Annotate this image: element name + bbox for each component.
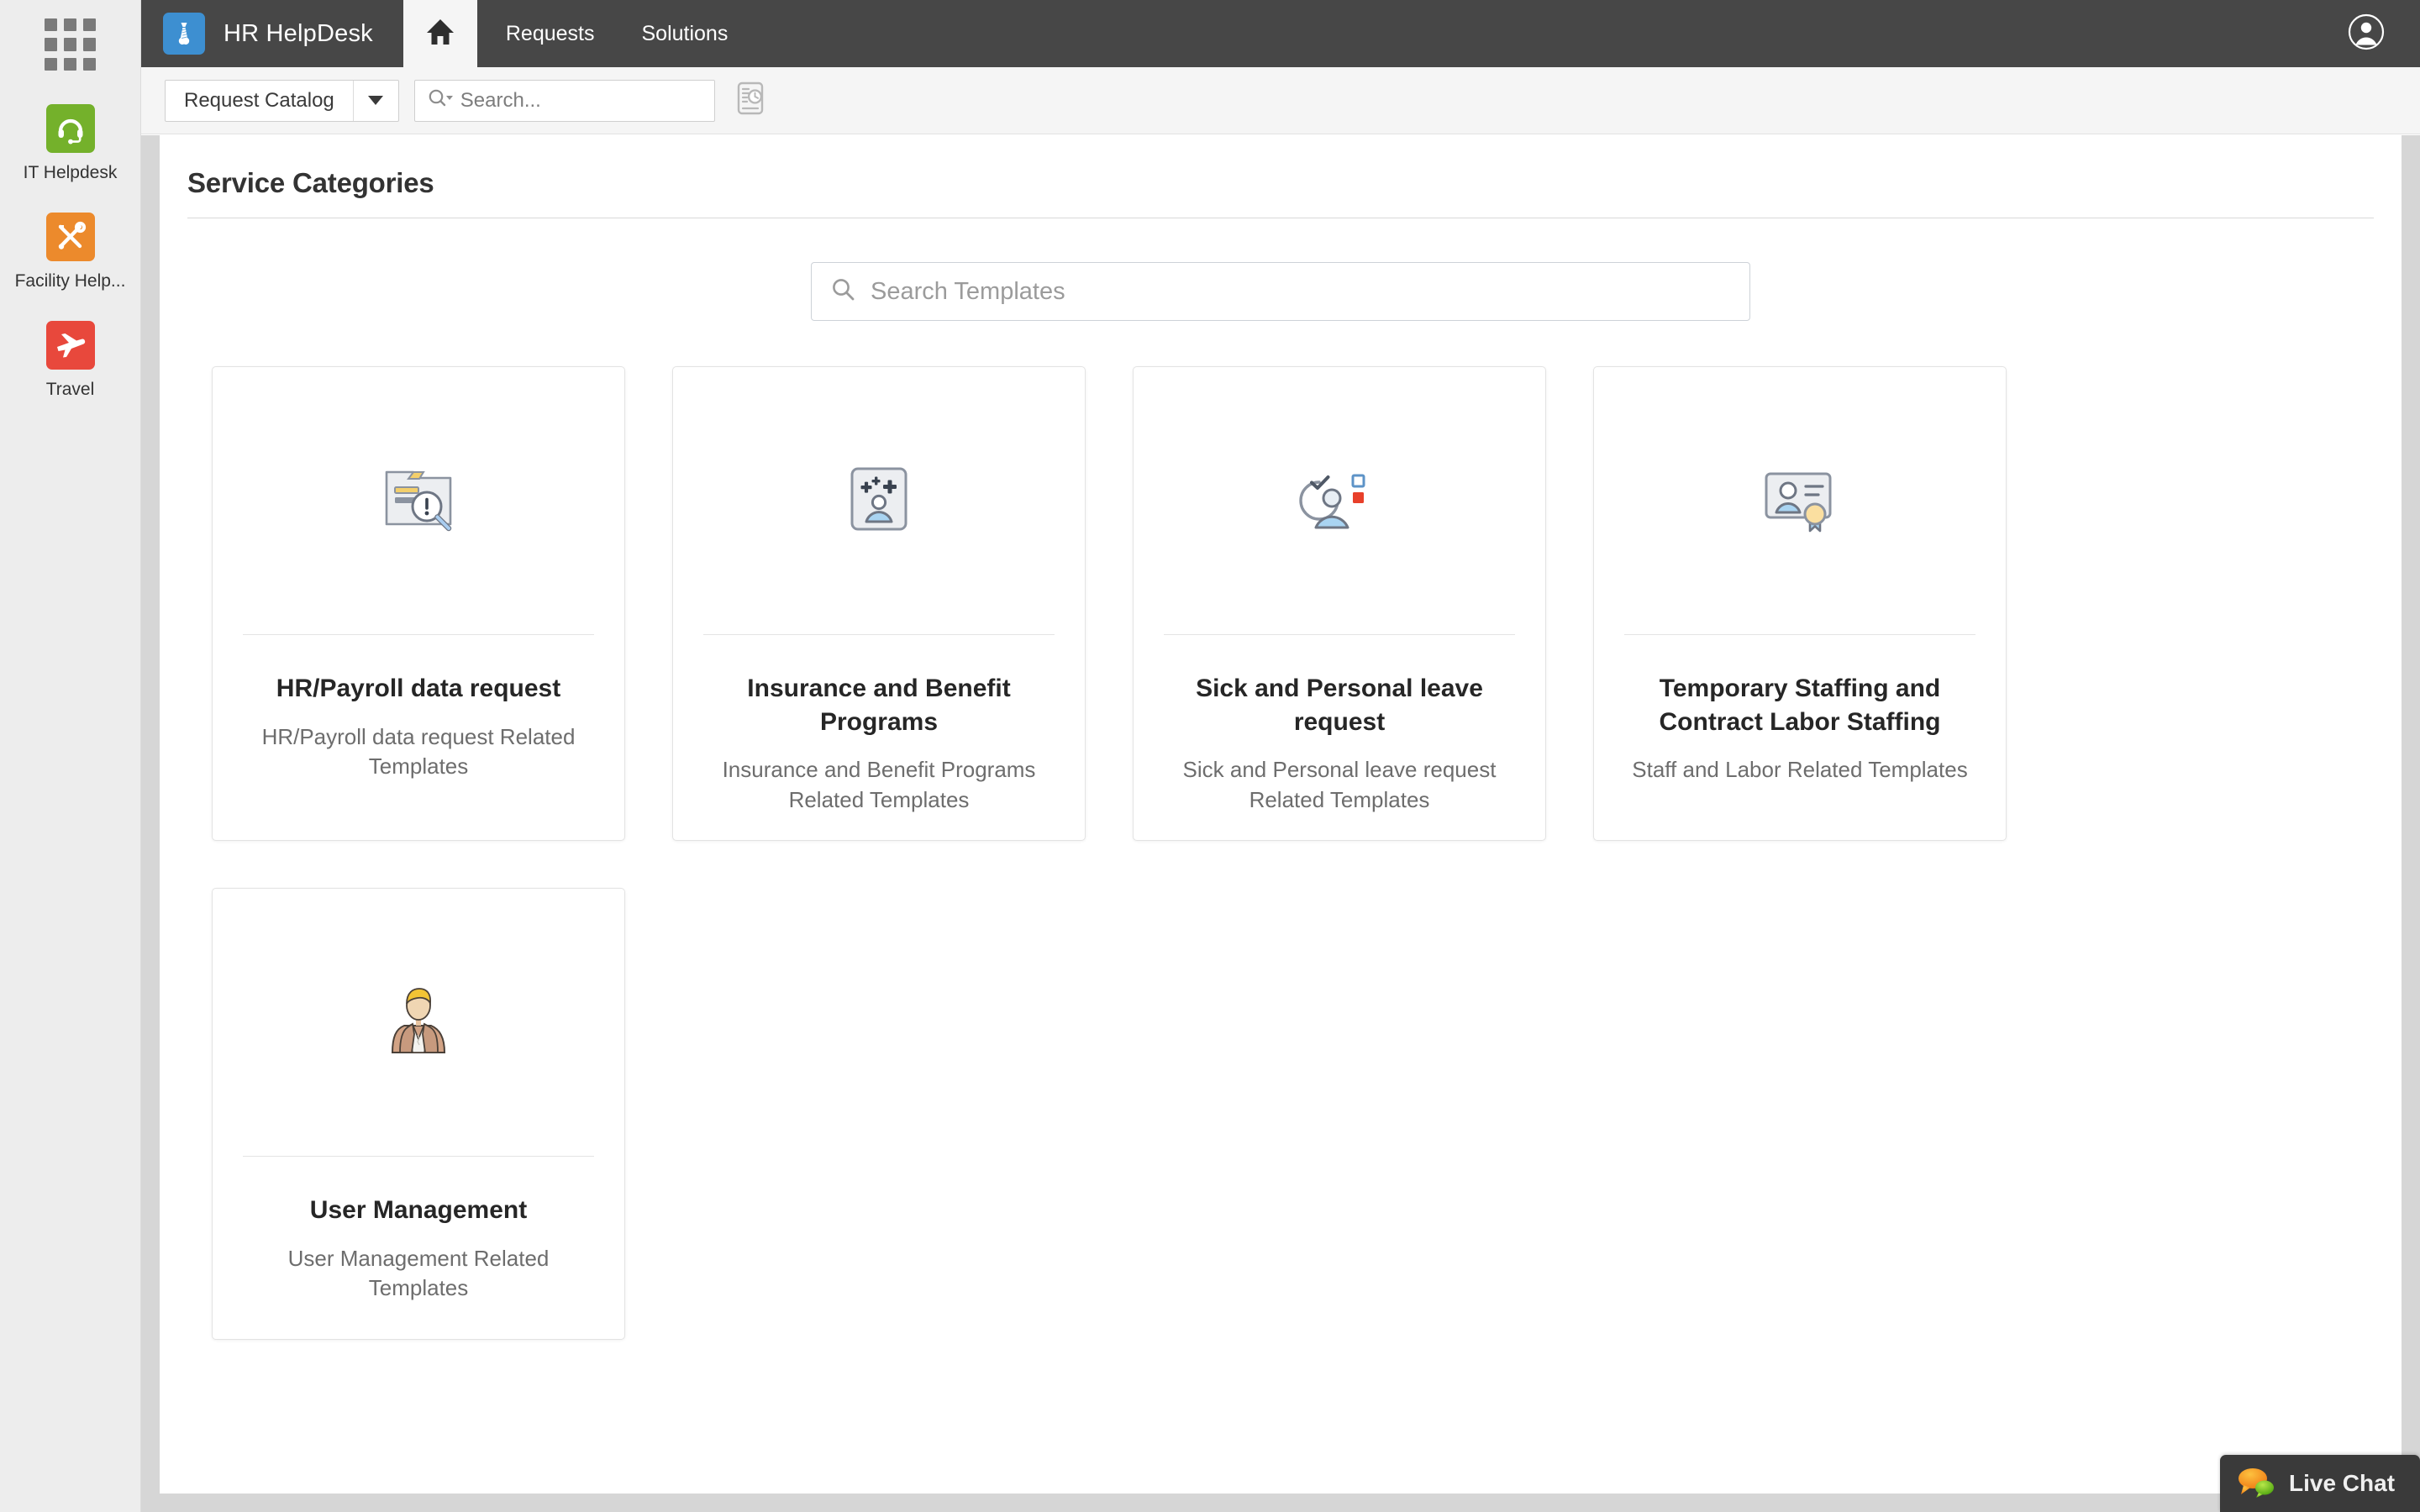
live-chat-button[interactable]: Live Chat <box>2220 1455 2420 1512</box>
folder-magnifier-alert-icon <box>378 460 459 542</box>
card-divider <box>243 1155 594 1157</box>
app-root: IT Helpdesk Facility Help... Travel HR H… <box>0 0 2420 1512</box>
card-title: Insurance and Benefit Programs <box>747 675 1011 736</box>
nav-home-tab[interactable] <box>402 0 477 67</box>
grid-dot <box>83 18 97 32</box>
service-category-card[interactable]: HR/Payroll data request HR/Payroll data … <box>212 366 625 841</box>
card-icon-zone <box>1594 367 2006 634</box>
search-icon <box>830 276 857 307</box>
top-navigation-bar: HR HelpDesk Requests Solutions <box>141 0 2420 67</box>
live-chat-label: Live Chat <box>2289 1470 2396 1496</box>
global-search-box[interactable]: Search... <box>413 79 715 122</box>
grid-dot <box>44 18 57 32</box>
service-category-card[interactable]: Temporary Staffing and Contract Labor St… <box>1593 366 2007 841</box>
tools-icon <box>45 213 95 262</box>
card-icon-zone <box>1134 367 1545 634</box>
request-catalog-label: Request Catalog <box>184 88 334 112</box>
template-search-row: Search Templates <box>160 262 2402 321</box>
card-icon-zone <box>213 367 624 634</box>
recent-history-icon <box>736 81 765 119</box>
chevron-down-icon[interactable] <box>352 80 398 121</box>
recent-history-button[interactable] <box>730 79 771 123</box>
card-icon-zone <box>673 367 1085 634</box>
template-search-input[interactable]: Search Templates <box>871 278 1065 306</box>
card-divider <box>1624 634 1975 635</box>
grid-dot <box>63 57 77 71</box>
user-profile-button[interactable] <box>2312 0 2420 67</box>
template-search-box[interactable]: Search Templates <box>811 262 1750 321</box>
card-title: Sick and Personal leave request <box>1196 675 1483 736</box>
grid-dot <box>83 57 97 71</box>
card-title: HR/Payroll data request <box>276 675 561 702</box>
card-description: User Management Related Templates <box>287 1245 550 1300</box>
card-description: Insurance and Benefit Programs Related T… <box>722 757 1036 812</box>
person-clock-check-icon <box>1297 460 1381 542</box>
nav-link-solutions[interactable]: Solutions <box>618 0 751 67</box>
card-icon-zone <box>213 889 624 1156</box>
service-category-card[interactable]: User Management User Management Related … <box>212 887 625 1340</box>
grid-dot <box>44 38 57 51</box>
service-category-grid: HR/Payroll data request HR/Payroll data … <box>160 366 2277 1340</box>
user-circle-icon <box>2348 13 2385 55</box>
home-icon <box>425 18 455 50</box>
nav-link-requests[interactable]: Requests <box>477 0 618 67</box>
request-catalog-dropdown[interactable]: Request Catalog <box>165 79 399 122</box>
necktie-icon <box>163 13 205 55</box>
grid-dot <box>83 38 97 51</box>
brand-home-link[interactable]: HR HelpDesk <box>141 0 403 67</box>
card-description: Staff and Labor Related Templates <box>1632 757 1968 783</box>
content-panel: Service Categories Search Templates HR/P… <box>160 135 2402 1494</box>
rail-item-facility-helpdesk[interactable]: Facility Help... <box>0 213 141 291</box>
card-divider <box>1164 634 1515 635</box>
rail-item-label: Facility Help... <box>14 271 126 291</box>
search-toolbar: Request Catalog Search... <box>141 67 2420 134</box>
rail-item-travel[interactable]: Travel <box>0 321 141 399</box>
app-launcher-grid-icon[interactable] <box>44 18 97 71</box>
card-divider <box>243 634 594 635</box>
airplane-icon <box>45 321 95 370</box>
businessman-avatar-icon <box>386 982 451 1062</box>
app-title: HR HelpDesk <box>224 19 373 47</box>
card-title: User Management <box>309 1195 528 1224</box>
card-divider <box>703 634 1055 635</box>
service-category-card[interactable]: Insurance and Benefit Programs Insurance… <box>672 366 1086 841</box>
grid-dot <box>63 18 77 32</box>
page-title: Service Categories <box>187 167 434 198</box>
service-category-card[interactable]: Sick and Personal leave request Sick and… <box>1133 366 1546 841</box>
grid-dot <box>63 38 77 51</box>
rail-item-label: Travel <box>45 380 95 400</box>
card-description: HR/Payroll data request Related Template… <box>261 723 576 779</box>
person-plus-card-icon <box>840 460 918 542</box>
grid-dot <box>44 57 57 71</box>
card-description: Sick and Personal leave request Related … <box>1182 757 1497 812</box>
rail-item-label: IT Helpdesk <box>23 163 118 182</box>
headset-icon <box>45 104 95 153</box>
app-rail: IT Helpdesk Facility Help... Travel <box>0 0 141 1512</box>
chat-bubbles-icon <box>2237 1465 2277 1503</box>
id-badge-award-icon <box>1758 460 1842 542</box>
rail-item-it-helpdesk[interactable]: IT Helpdesk <box>0 104 141 182</box>
search-dropdown-icon[interactable] <box>427 87 455 113</box>
global-search-input[interactable]: Search... <box>460 89 541 113</box>
card-title: Temporary Staffing and Contract Labor St… <box>1659 675 1941 736</box>
